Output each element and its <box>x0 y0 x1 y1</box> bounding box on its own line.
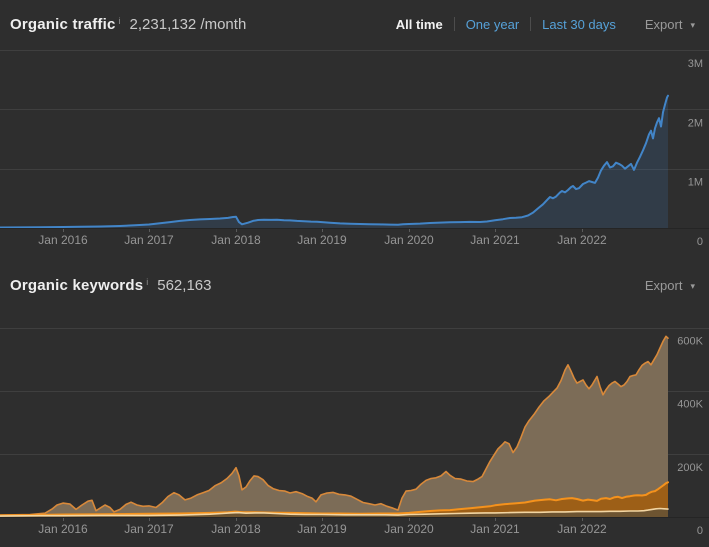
organic-keywords-title: Organic keywords <box>10 276 144 294</box>
organic-keywords-header: Organic keywords i 562,163 Export ▾ <box>0 255 709 315</box>
info-icon[interactable]: i <box>119 16 121 26</box>
y-axis-label: 600K <box>677 336 703 348</box>
x-axis-label: Jan 2020 <box>384 233 434 247</box>
x-axis-label: Jan 2016 <box>38 522 88 536</box>
x-axis-label: Jan 2018 <box>211 233 261 247</box>
x-axis-label: Jan 2022 <box>557 522 607 536</box>
x-axis-label: Jan 2018 <box>211 522 261 536</box>
organic-traffic-title: Organic traffic <box>10 15 116 33</box>
organic-keywords-value: 562,163 <box>157 276 212 294</box>
tab-all-time[interactable]: All time <box>396 17 443 32</box>
x-axis-label: Jan 2017 <box>124 233 174 247</box>
caret-down-icon: ▾ <box>690 19 695 30</box>
x-axis-label: Jan 2020 <box>384 522 434 536</box>
y-axis-label: 3M <box>688 58 703 70</box>
caret-down-icon: ▾ <box>690 280 695 291</box>
organic-traffic-chart[interactable]: Jan 2016 Jan 2017 Jan 2018 Jan 2019 Jan 2020… <box>0 48 709 255</box>
x-axis-label: Jan 2021 <box>470 233 520 247</box>
y-axis-label: 0 <box>697 236 703 248</box>
organic-traffic-value: 2,231,132 /month <box>129 15 247 33</box>
x-axis-label: Jan 2019 <box>297 522 347 536</box>
series-organic-traffic-area <box>0 95 668 228</box>
x-axis-label: Jan 2019 <box>297 233 347 247</box>
organic-keywords-chart[interactable]: Jan 2016 Jan 2017 Jan 2018 Jan 2019 Jan 2020… <box>0 315 709 547</box>
export-label: Export <box>644 16 683 32</box>
organic-traffic-header: Organic traffic i 2,231,132 /month All t… <box>0 0 709 48</box>
series-keywords-total-area <box>0 336 668 517</box>
export-label: Export <box>644 277 683 293</box>
y-axis-label: 200K <box>677 462 703 474</box>
y-axis-label: 0 <box>697 525 703 537</box>
y-axis-label: 2M <box>688 117 703 129</box>
x-axis-label: Jan 2017 <box>124 522 174 536</box>
x-axis-label: Jan 2021 <box>470 522 520 536</box>
export-button[interactable]: Export ▾ <box>645 17 695 32</box>
tab-last-30-days[interactable]: Last 30 days <box>542 17 616 32</box>
export-button[interactable]: Export ▾ <box>645 278 695 293</box>
y-axis-label: 1M <box>688 177 703 189</box>
tab-one-year[interactable]: One year <box>466 17 519 32</box>
analytics-overview-panel: Organic traffic i 2,231,132 /month All t… <box>0 0 709 547</box>
tab-separator <box>453 17 455 31</box>
x-axis-label: Jan 2022 <box>557 233 607 247</box>
x-axis-label: Jan 2016 <box>38 233 88 247</box>
y-axis-label: 400K <box>677 399 703 411</box>
info-icon[interactable]: i <box>146 277 148 287</box>
tab-separator <box>530 17 532 31</box>
